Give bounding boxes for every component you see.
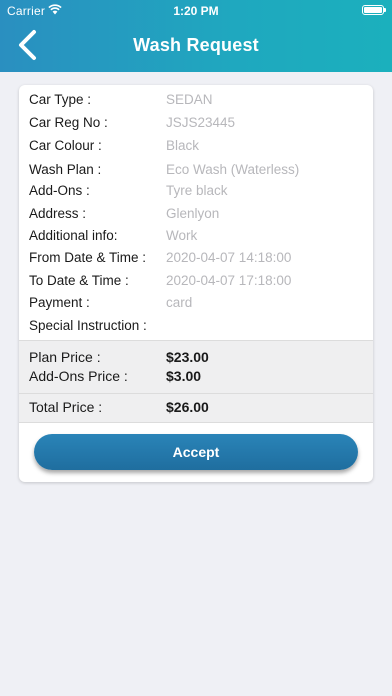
price-breakdown: Plan Price : $23.00 Add-Ons Price : $3.0…: [19, 340, 373, 394]
detail-label: Special Instruction :: [29, 318, 147, 333]
total-price-label: Total Price :: [29, 399, 103, 415]
detail-label: From Date & Time :: [29, 250, 147, 265]
detail-label: Car Colour :: [29, 138, 102, 153]
total-price-box: Total Price : $26.00: [19, 394, 373, 423]
wash-request-card: Car Type : SEDAN Car Reg No : JSJS23445 …: [19, 85, 373, 482]
detail-label: Car Type :: [29, 92, 92, 107]
detail-value: Tyre black: [166, 183, 228, 198]
detail-label: Additional info:: [29, 228, 118, 243]
page-title: Wash Request: [133, 35, 259, 55]
battery-icon: [362, 5, 386, 15]
detail-value: JSJS23445: [166, 115, 236, 130]
detail-label: Address :: [29, 206, 87, 221]
detail-value: Black: [166, 138, 200, 153]
detail-value: 2020-04-07 17:18:00: [166, 273, 292, 288]
addons-price-value: $3.00: [166, 368, 202, 384]
detail-label: Car Reg No :: [29, 115, 108, 130]
plan-price-value: $23.00: [166, 349, 209, 365]
detail-label: Wash Plan :: [29, 162, 102, 177]
accept-button[interactable]: Accept: [34, 434, 358, 470]
detail-value: Glenlyon: [166, 206, 220, 221]
status-time: 1:20 PM: [173, 4, 219, 18]
detail-value: 2020-04-07 14:18:00: [166, 250, 292, 265]
detail-label: Add-Ons :: [29, 183, 90, 198]
detail-label: Payment :: [29, 295, 90, 310]
detail-value: Eco Wash (Waterless): [166, 162, 300, 177]
detail-value: SEDAN: [166, 92, 213, 107]
detail-label: To Date & Time :: [29, 273, 129, 288]
status-bar: Carrier 1:20 PM: [0, 0, 392, 22]
app-header: Carrier 1:20 PM Wash Request: [0, 0, 392, 72]
detail-value: Work: [166, 228, 198, 243]
addons-price-label: Add-Ons Price :: [29, 368, 128, 384]
plan-price-label: Plan Price :: [29, 349, 101, 365]
detail-value: card: [166, 295, 193, 310]
total-price-value: $26.00: [166, 399, 209, 415]
